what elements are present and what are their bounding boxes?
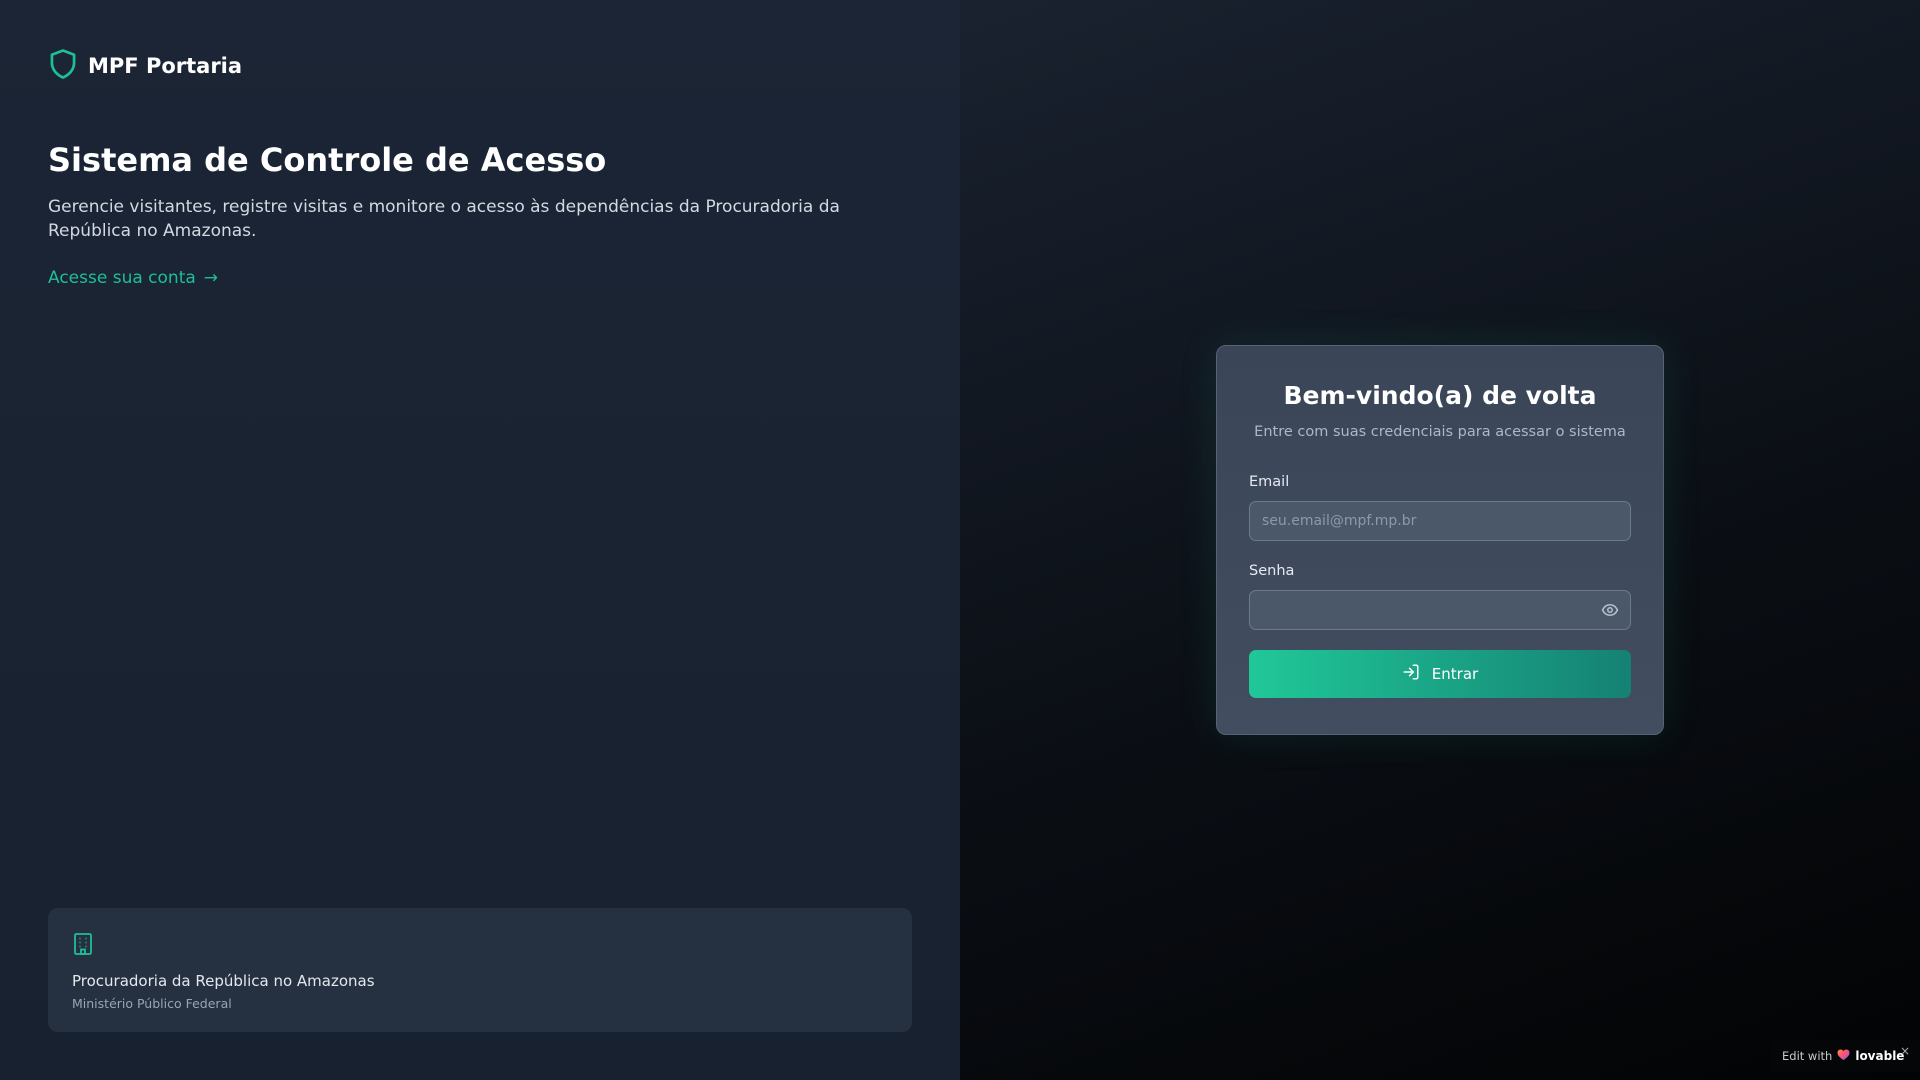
brand: MPF Portaria: [48, 48, 242, 84]
shield-icon: [48, 48, 78, 84]
login-card: Bem-vindo(a) de volta Entre com suas cre…: [1216, 345, 1664, 735]
access-account-link[interactable]: Acesse sua conta →: [48, 268, 218, 288]
heart-icon: [1837, 1048, 1850, 1064]
hero-title: Sistema de Controle de Acesso: [48, 141, 607, 179]
arrow-right-icon: →: [203, 268, 219, 288]
access-account-label: Acesse sua conta: [48, 268, 196, 288]
password-field-wrapper: [1249, 590, 1631, 630]
institution-name: Procuradoria da República no Amazonas: [72, 972, 375, 990]
password-label: Senha: [1249, 563, 1295, 579]
email-label: Email: [1249, 474, 1290, 490]
hero-description: Gerencie visitantes, registre visitas e …: [48, 197, 840, 241]
log-in-icon: [1402, 663, 1420, 685]
lovable-badge[interactable]: Edit with lovable ×: [1770, 1040, 1920, 1072]
email-field-wrapper: [1249, 501, 1631, 541]
eye-icon[interactable]: [1601, 601, 1619, 619]
institution-subtitle: Ministério Público Federal: [72, 996, 232, 1011]
close-icon[interactable]: ×: [1900, 1044, 1910, 1058]
login-button[interactable]: Entrar: [1249, 650, 1631, 698]
brand-name: MPF Portaria: [88, 54, 243, 78]
left-panel: MPF Portaria Sistema de Controle de Aces…: [0, 0, 960, 1080]
institution-card: Procuradoria da República no Amazonas Mi…: [48, 908, 912, 1032]
building-icon: [72, 933, 94, 960]
badge-prefix: Edit with: [1782, 1049, 1833, 1063]
password-input[interactable]: [1249, 590, 1631, 630]
badge-brand: lovable: [1855, 1049, 1905, 1063]
login-title: Bem-vindo(a) de volta: [1283, 381, 1597, 410]
login-subtitle: Entre com suas credenciais para acessar …: [1254, 424, 1626, 440]
email-input[interactable]: [1249, 501, 1631, 541]
login-button-label: Entrar: [1431, 665, 1479, 683]
